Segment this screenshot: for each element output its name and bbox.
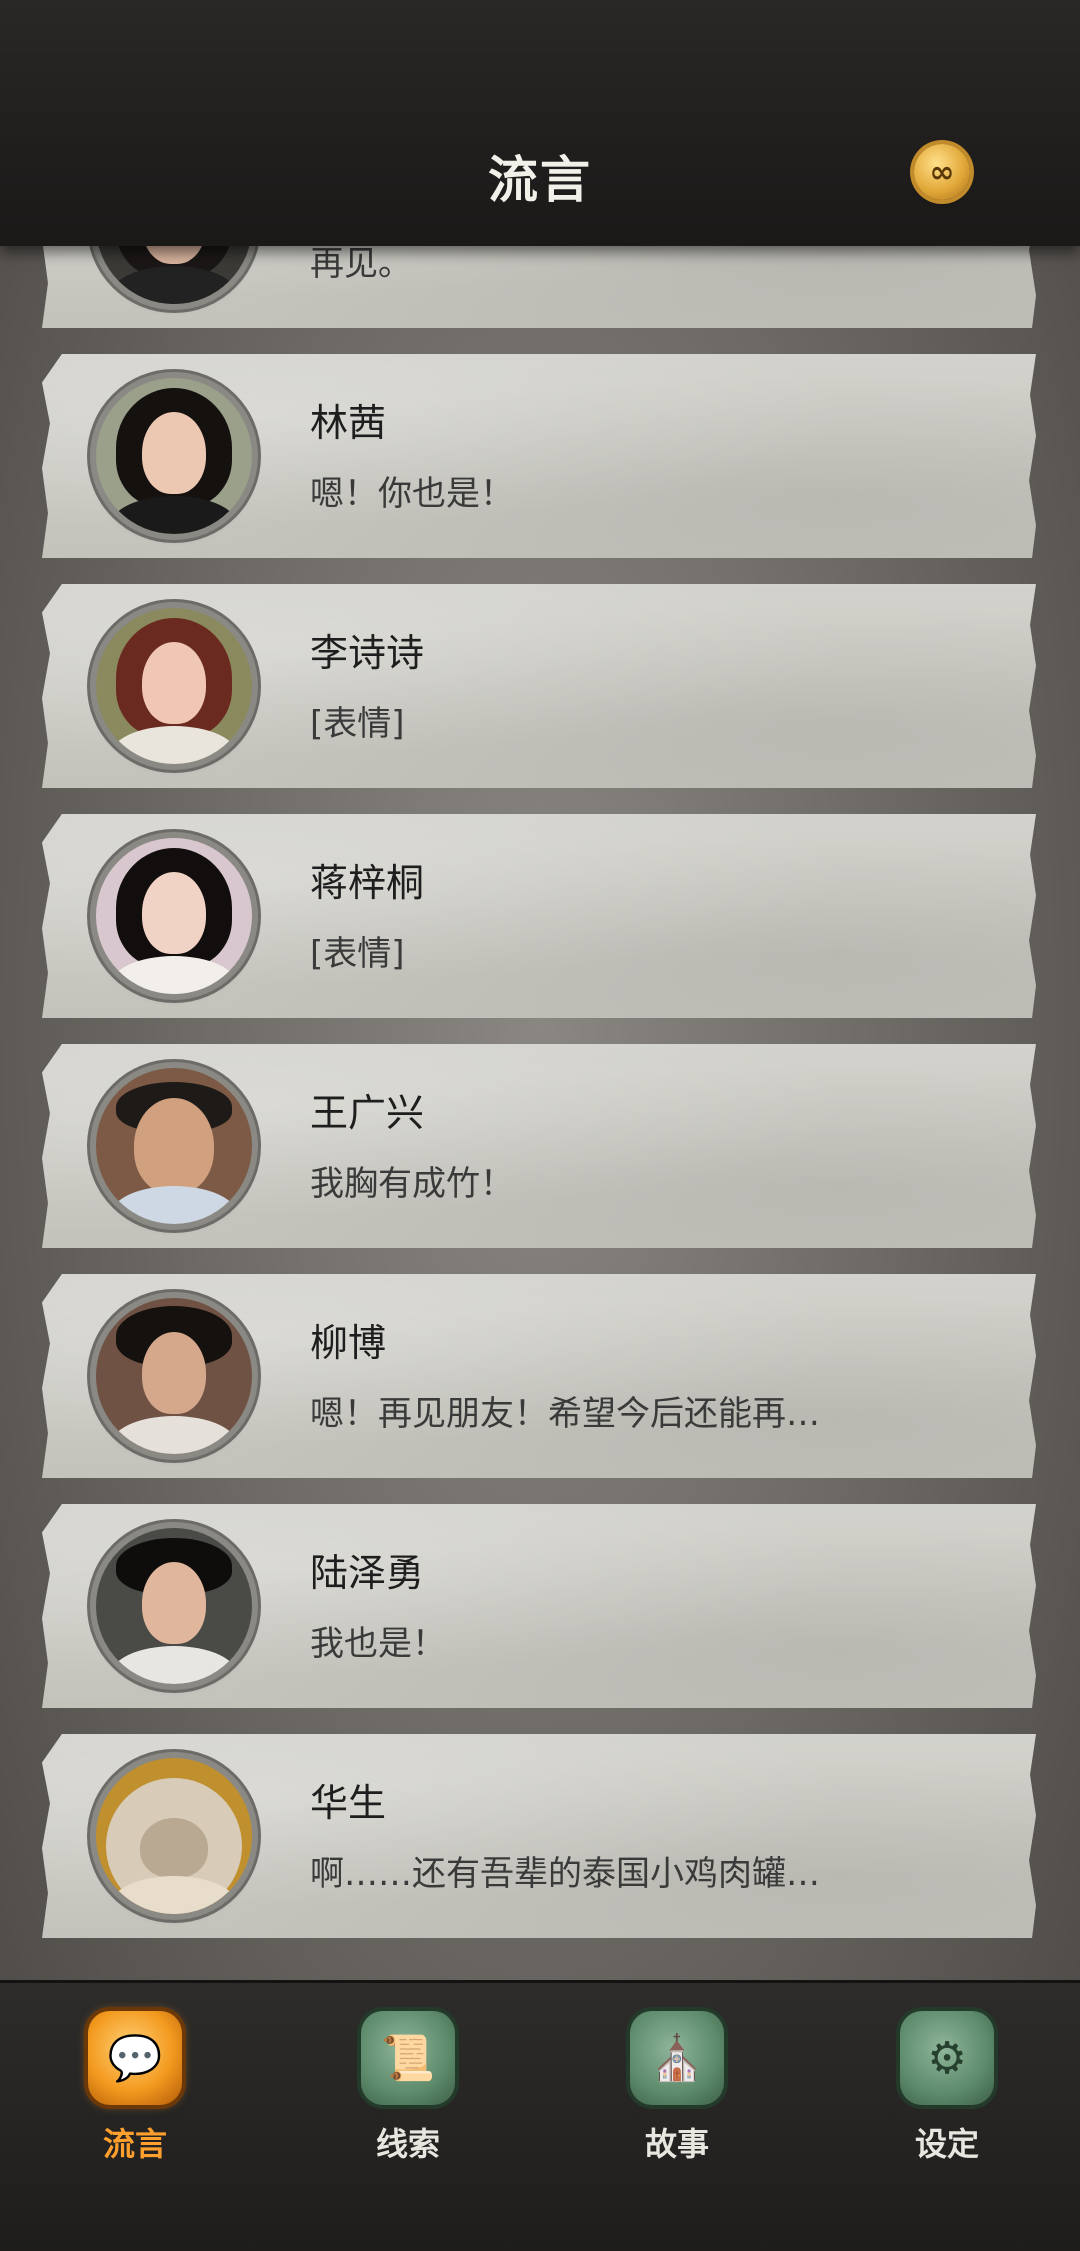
contact-last-message: [表情]	[310, 704, 405, 744]
contact-last-message: 嗯！再见朋友！希望今后还能再…	[310, 1394, 820, 1434]
top-bar: 流言 ∞	[0, 0, 1080, 246]
contact-name: 华生	[310, 1781, 387, 1825]
tab-label: 流言	[102, 2125, 167, 2163]
church-icon: ⛪	[630, 2011, 724, 2105]
contact-name: 柳博	[310, 1321, 387, 1365]
tab-settings[interactable]: ⚙ 设定	[882, 2011, 1012, 2165]
contact-list[interactable]: 再见。 林茜 嗯！你也是！ 李诗诗 [表情] 蒋梓桐 [表情] 王广兴 我胸有成…	[0, 0, 1080, 1980]
list-item[interactable]: 林茜 嗯！你也是！	[42, 354, 1036, 558]
tab-label: 故事	[644, 2125, 709, 2163]
list-item[interactable]: 华生 啊……还有吾辈的泰国小鸡肉罐…	[42, 1734, 1036, 1938]
bottom-tab-bar: 💬 流言 📜 线索 ⛪ 故事 ⚙ 设定	[0, 1980, 1080, 2251]
contact-name: 王广兴	[310, 1091, 425, 1135]
contact-last-message: [表情]	[310, 934, 405, 974]
contact-last-message: 我也是！	[310, 1624, 446, 1664]
list-item[interactable]: 柳博 嗯！再见朋友！希望今后还能再…	[42, 1274, 1036, 1478]
list-item[interactable]: 李诗诗 [表情]	[42, 584, 1036, 788]
contact-last-message: 我胸有成竹！	[310, 1164, 514, 1204]
tab-story[interactable]: ⛪ 故事	[612, 2011, 742, 2165]
contact-name: 蒋梓桐	[310, 861, 425, 905]
tab-clues[interactable]: 📜 线索	[343, 2011, 473, 2165]
infinity-icon[interactable]: ∞	[914, 144, 970, 200]
list-item[interactable]: 蒋梓桐 [表情]	[42, 814, 1036, 1018]
list-item[interactable]: 王广兴 我胸有成竹！	[42, 1044, 1036, 1248]
scroll-icon: 📜	[361, 2011, 455, 2105]
avatar	[96, 608, 252, 764]
avatar	[96, 1528, 252, 1684]
contact-last-message: 啊……还有吾辈的泰国小鸡肉罐…	[310, 1854, 820, 1894]
avatar	[96, 1758, 252, 1914]
tab-label: 线索	[375, 2125, 440, 2163]
list-item[interactable]: 陆泽勇 我也是！	[42, 1504, 1036, 1708]
tab-label: 设定	[914, 2125, 979, 2163]
contact-last-message: 嗯！你也是！	[310, 474, 514, 514]
avatar	[96, 1068, 252, 1224]
tab-rumors[interactable]: 💬 流言	[70, 2011, 200, 2165]
contact-name: 陆泽勇	[310, 1551, 425, 1595]
chat-bubble-icon: 💬	[88, 2011, 182, 2105]
avatar	[96, 378, 252, 534]
gear-icon: ⚙	[900, 2011, 994, 2105]
contact-name: 林茜	[310, 401, 387, 445]
avatar	[96, 1298, 252, 1454]
contact-name: 李诗诗	[310, 631, 425, 675]
avatar	[96, 838, 252, 994]
